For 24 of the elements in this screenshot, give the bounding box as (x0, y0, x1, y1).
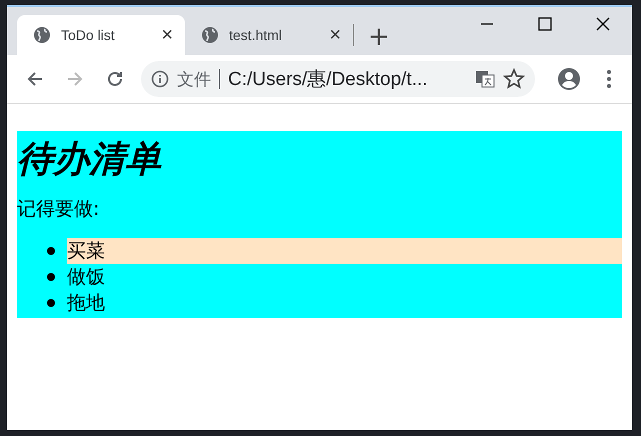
todo-item: 买菜 (67, 239, 105, 264)
browser-tab[interactable]: ToDo list × (17, 15, 185, 55)
todo-item: 拖地 (67, 291, 105, 316)
close-tab-button[interactable]: × (161, 25, 173, 45)
bullet-icon (47, 299, 55, 307)
translate-icon[interactable] (475, 69, 495, 89)
account-icon[interactable] (557, 67, 581, 91)
browser-tab[interactable]: test.html × (185, 15, 353, 55)
scheme-label: 文件 (177, 68, 211, 90)
globe-icon (201, 26, 219, 44)
reminder-text: 记得要做: (17, 197, 100, 222)
url-text: C:/Users/惠/Desktop/t... (228, 68, 429, 92)
address-bar[interactable]: 文件 C:/Users/惠/Desktop/t... (141, 61, 535, 97)
page-heading: 待办清单 (17, 138, 161, 182)
globe-icon (33, 26, 51, 44)
reload-icon[interactable] (105, 69, 125, 89)
star-icon[interactable] (503, 68, 525, 90)
bullet-icon (47, 273, 55, 281)
close-tab-button[interactable]: × (329, 25, 341, 45)
menu-icon[interactable] (606, 69, 612, 89)
bullet-icon (47, 247, 55, 255)
new-tab-button[interactable]: + (368, 24, 390, 50)
info-icon (151, 70, 169, 88)
todo-item: 做饭 (67, 265, 105, 290)
